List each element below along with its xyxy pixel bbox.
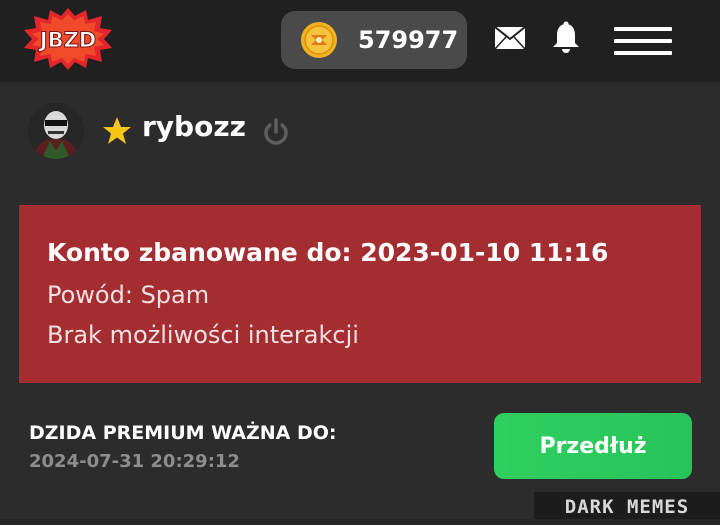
ban-title: Konto zbanowane do: 2023-01-10 11:16 xyxy=(47,238,609,267)
bell-icon[interactable] xyxy=(551,21,581,55)
ban-reason: Powód: Spam xyxy=(47,281,210,309)
power-icon[interactable] xyxy=(261,117,291,147)
ban-interaction-notice: Brak możliwości interakcji xyxy=(47,321,359,349)
coin-balance[interactable]: 579977 xyxy=(281,11,467,69)
watermark: DARK MEMES xyxy=(534,492,720,522)
coin-icon xyxy=(300,21,338,59)
hamburger-menu-icon[interactable] xyxy=(614,27,672,55)
coin-count: 579977 xyxy=(358,26,459,54)
ban-notice: Konto zbanowane do: 2023-01-10 11:16 Pow… xyxy=(19,205,701,383)
star-icon xyxy=(102,116,132,146)
extend-premium-button[interactable]: Przedłuż xyxy=(494,413,692,479)
top-bar: JBZD 579977 xyxy=(0,0,720,82)
bottom-strip xyxy=(0,519,720,525)
jbzd-logo[interactable]: JBZD xyxy=(22,6,114,72)
premium-label: DZIDA PREMIUM WAŻNA DO: xyxy=(29,422,337,444)
logo-text: JBZD xyxy=(38,28,96,52)
avatar[interactable] xyxy=(28,103,84,159)
premium-expiry-date: 2024-07-31 20:29:12 xyxy=(29,451,240,472)
username[interactable]: rybozz xyxy=(142,110,246,143)
mail-icon[interactable] xyxy=(494,26,526,50)
